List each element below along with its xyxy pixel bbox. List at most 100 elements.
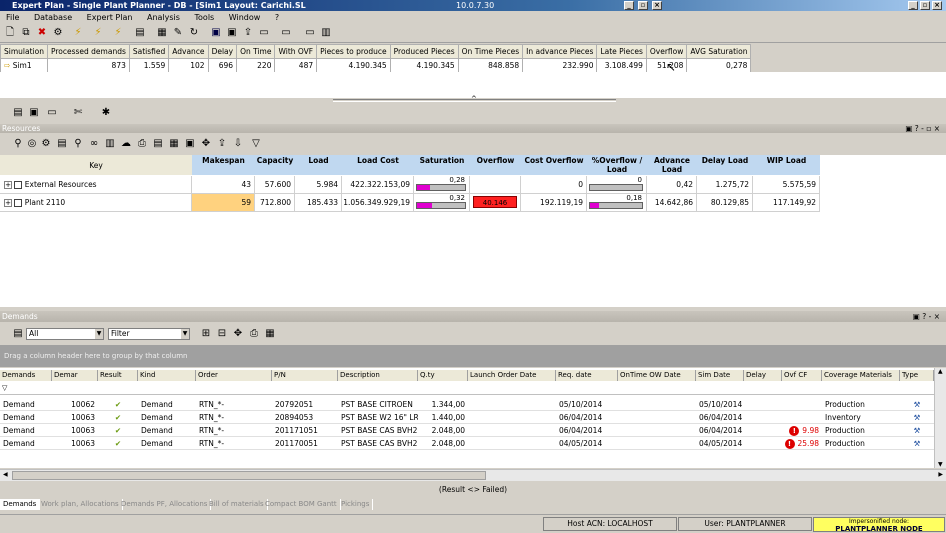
col-on-time[interactable]: On Time xyxy=(236,44,276,59)
save-as-icon[interactable]: ▣ xyxy=(226,27,238,39)
copy-icon[interactable]: ⧉ xyxy=(20,27,32,39)
dem-col-pn[interactable]: P/N xyxy=(272,370,338,381)
refresh-icon[interactable]: ↻ xyxy=(188,27,200,39)
funnel-icon[interactable]: ▽ xyxy=(250,138,262,150)
res-col-wip-load[interactable]: WIP Load xyxy=(753,155,820,175)
scroll-left-icon[interactable]: ◀ xyxy=(3,471,8,478)
flash-forward-icon[interactable]: ⚡ xyxy=(92,27,104,39)
row-checkbox[interactable] xyxy=(14,181,23,189)
res-col-load[interactable]: Load xyxy=(295,155,342,175)
new-icon[interactable]: 🗋 xyxy=(4,27,16,39)
menu-tools[interactable]: Tools xyxy=(189,11,221,24)
move-icon[interactable]: ✥ xyxy=(200,138,212,150)
res-col-advance-load[interactable]: Advance Load xyxy=(647,155,697,175)
col-satisfied[interactable]: Satisfied xyxy=(128,44,170,59)
tab-bill-of-materials[interactable]: Bill of materials xyxy=(206,499,268,510)
expand-all-icon[interactable]: ⊞ xyxy=(200,328,212,340)
dem-col-description[interactable]: Description xyxy=(338,370,418,381)
find-icon[interactable]: ⚲ xyxy=(72,138,84,150)
col-on-time-pieces[interactable]: On Time Pieces xyxy=(457,44,524,59)
dem-col-ovf-cf[interactable]: Ovf CF xyxy=(782,370,822,381)
dem-col-ontime-ow[interactable]: OnTime OW Date xyxy=(618,370,696,381)
move-icon-2[interactable]: ✥ xyxy=(232,328,244,340)
dem-col-demands[interactable]: Demands xyxy=(0,370,52,381)
options-icon[interactable]: ▭ xyxy=(46,107,58,119)
menu-analysis[interactable]: Analysis xyxy=(141,11,186,24)
col-simulation[interactable]: Simulation xyxy=(0,44,48,59)
app-minimize-button[interactable]: _ xyxy=(908,1,918,10)
delete-icon[interactable]: ✖ xyxy=(36,27,48,39)
layout-icon[interactable]: ▭ xyxy=(280,27,292,39)
dem-col-req-date[interactable]: Req. date xyxy=(556,370,618,381)
gear-icon[interactable]: ⚙ xyxy=(40,138,52,150)
dem-col-type[interactable]: Type xyxy=(900,370,934,381)
res-row-plant-key[interactable]: + Plant 2110 xyxy=(0,194,192,212)
cloud-icon[interactable]: ☁ xyxy=(120,138,132,150)
res-col-load-cost[interactable]: Load Cost xyxy=(342,155,414,175)
tile-icon[interactable]: ▥ xyxy=(320,27,332,39)
save-icon[interactable]: ▣ xyxy=(210,27,222,39)
chevron-down-icon[interactable]: ▼ xyxy=(181,329,189,339)
chevron-up-icon[interactable]: ^ xyxy=(471,95,477,103)
collapse-all-icon[interactable]: ⊟ xyxy=(216,328,228,340)
col-advance[interactable]: Advance xyxy=(168,44,209,59)
scroll-down-icon[interactable]: ▼ xyxy=(938,461,943,468)
col-delay[interactable]: Delay xyxy=(207,44,238,59)
tab-work-plan[interactable]: Work plan, Allocations xyxy=(38,499,123,510)
expand-icon[interactable]: + xyxy=(4,181,12,189)
chevron-down-icon[interactable]: ▼ xyxy=(95,329,103,339)
filter-row[interactable]: ▽ xyxy=(0,381,934,395)
scroll-right-icon[interactable]: ▶ xyxy=(938,471,943,478)
dem-col-qty[interactable]: Q.ty xyxy=(418,370,468,381)
save-icon-2[interactable]: ▣ xyxy=(28,107,40,119)
res-col-capacity[interactable]: Capacity xyxy=(255,155,295,175)
export-icon[interactable]: ⇪ xyxy=(242,27,254,39)
report-icon-2[interactable]: ▤ xyxy=(12,107,24,119)
tools-icon[interactable]: ✄ xyxy=(72,107,84,119)
row-checkbox[interactable] xyxy=(14,199,23,207)
menu-window[interactable]: Window xyxy=(223,11,267,24)
col-avg-saturation[interactable]: AVG Saturation xyxy=(686,44,752,59)
res-col-cost-overflow[interactable]: Cost Overflow xyxy=(521,155,587,175)
filter-icon[interactable]: ⚲ xyxy=(12,138,24,150)
col-overflow[interactable]: Overflow xyxy=(645,44,688,59)
simulation-row[interactable]: ⇨ Sim1 873 1.559 102 696 220 487 4.190.3… xyxy=(0,58,752,73)
dem-col-order[interactable]: Order xyxy=(196,370,272,381)
demands-panel-controls[interactable]: ▣ ? - × xyxy=(913,311,940,322)
filter-dropdown[interactable]: Filter ▼ xyxy=(108,328,190,340)
doc-icon[interactable]: ▤ xyxy=(56,138,68,150)
expand-icon[interactable]: + xyxy=(4,199,12,207)
dem-col-result[interactable]: Result xyxy=(98,370,138,381)
tab-pickings[interactable]: Pickings xyxy=(338,499,374,510)
menu-database[interactable]: Database xyxy=(28,11,78,24)
tab-demands[interactable]: Demands xyxy=(0,499,41,510)
scroll-up-icon[interactable]: ▲ xyxy=(938,368,943,375)
minimize-button[interactable]: _ xyxy=(624,1,634,10)
export-excel-icon[interactable]: ▦ xyxy=(264,328,276,340)
binocular-icon[interactable]: ∞ xyxy=(88,138,100,150)
table-icon[interactable]: ▦ xyxy=(168,138,180,150)
save-icon-3[interactable]: ▣ xyxy=(184,138,196,150)
export-icon-2[interactable]: ⇪ xyxy=(216,138,228,150)
close-icon[interactable]: × xyxy=(652,1,662,10)
res-row-external-key[interactable]: + External Resources xyxy=(0,176,192,194)
col-late-pieces[interactable]: Late Pieces xyxy=(596,44,647,59)
col-produced-pieces[interactable]: Produced Pieces xyxy=(389,44,459,59)
flash-icon[interactable]: ⚡ xyxy=(72,27,84,39)
col-pieces-to-produce[interactable]: Pieces to produce xyxy=(316,44,391,59)
folder-icon[interactable]: ▭ xyxy=(258,27,270,39)
res-col-overflow[interactable]: Overflow xyxy=(470,155,521,175)
group-by-hint[interactable]: Drag a column header here to group by th… xyxy=(0,345,946,367)
restore-button[interactable]: ▫ xyxy=(638,1,648,10)
menu-help[interactable]: ? xyxy=(269,11,285,24)
window-icon[interactable]: ▭ xyxy=(304,27,316,39)
dem-col-demar[interactable]: Demar xyxy=(52,370,98,381)
res-col-delay-load[interactable]: Delay Load xyxy=(697,155,753,175)
tab-demands-pf[interactable]: Demands PF, Allocations xyxy=(118,499,212,510)
report-icon[interactable]: ▤ xyxy=(134,27,146,39)
view-icon[interactable]: ◎ xyxy=(26,138,38,150)
print-icon[interactable]: ⎙ xyxy=(136,138,148,150)
vertical-scrollbar[interactable]: ▲ ▼ xyxy=(934,368,946,468)
horizontal-scrollbar[interactable]: ◀ ▶ xyxy=(0,469,946,481)
chart-icon[interactable]: ▥ xyxy=(104,138,116,150)
